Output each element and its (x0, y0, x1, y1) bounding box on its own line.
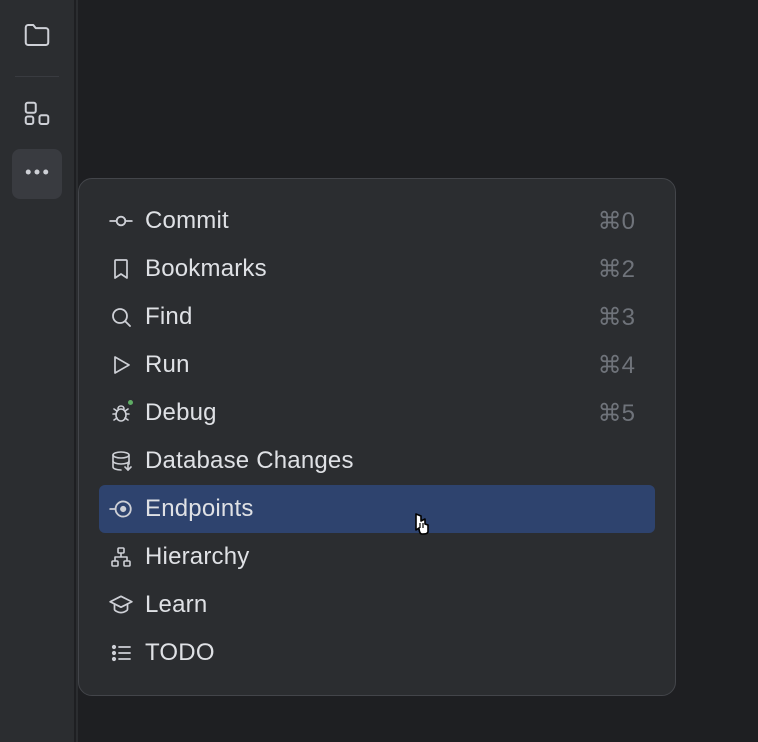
tool-windows-popup: Commit ⌘0 Bookmarks ⌘2 Find ⌘3 Run ⌘4 De… (78, 178, 676, 696)
menu-label: TODO (145, 639, 635, 667)
menu-label: Bookmarks (145, 255, 598, 283)
menu-item-debug[interactable]: Debug ⌘5 (99, 389, 655, 437)
menu-item-bookmarks[interactable]: Bookmarks ⌘2 (99, 245, 655, 293)
menu-shortcut: ⌘5 (598, 399, 635, 428)
menu-item-todo[interactable]: TODO (99, 629, 655, 677)
menu-label: Commit (145, 207, 598, 235)
todo-icon (107, 639, 135, 667)
menu-item-hierarchy[interactable]: Hierarchy (99, 533, 655, 581)
menu-item-find[interactable]: Find ⌘3 (99, 293, 655, 341)
menu-item-database-changes[interactable]: Database Changes (99, 437, 655, 485)
menu-label: Learn (145, 591, 635, 619)
commit-icon (107, 207, 135, 235)
bookmark-icon (107, 255, 135, 283)
menu-shortcut: ⌘4 (598, 351, 635, 380)
learn-icon (107, 591, 135, 619)
menu-item-endpoints[interactable]: Endpoints (99, 485, 655, 533)
menu-item-commit[interactable]: Commit ⌘0 (99, 197, 655, 245)
sidebar-item-structure[interactable] (12, 91, 62, 141)
menu-label: Debug (145, 399, 598, 427)
sidebar-divider (15, 76, 59, 77)
menu-shortcut: ⌘2 (598, 255, 635, 284)
menu-label: Find (145, 303, 598, 331)
database-icon (107, 447, 135, 475)
ellipsis-icon (22, 157, 52, 192)
endpoints-icon (107, 495, 135, 523)
tool-window-sidebar (0, 0, 76, 742)
notification-dot (126, 398, 135, 407)
search-icon (107, 303, 135, 331)
sidebar-item-more[interactable] (12, 149, 62, 199)
play-icon (107, 351, 135, 379)
hierarchy-icon (107, 543, 135, 571)
bug-icon (107, 399, 135, 427)
menu-label: Hierarchy (145, 543, 635, 571)
folder-icon (22, 20, 52, 55)
menu-shortcut: ⌘3 (598, 303, 635, 332)
structure-icon (22, 99, 52, 134)
menu-shortcut: ⌘0 (598, 207, 635, 236)
menu-label: Run (145, 351, 598, 379)
menu-label: Database Changes (145, 447, 635, 475)
sidebar-item-project[interactable] (12, 12, 62, 62)
menu-item-learn[interactable]: Learn (99, 581, 655, 629)
menu-label: Endpoints (145, 495, 635, 523)
menu-item-run[interactable]: Run ⌘4 (99, 341, 655, 389)
